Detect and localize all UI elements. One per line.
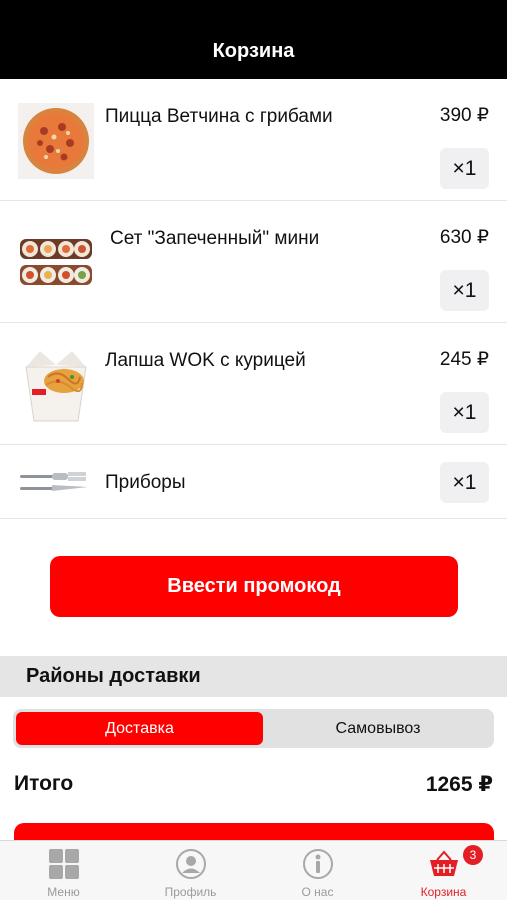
quantity-button[interactable]: ×1 — [440, 270, 489, 311]
tab-bar: Меню Профиль О нас 3 Корзина — [0, 840, 507, 900]
item-name: Приборы — [105, 472, 186, 493]
total-value: 1265 ₽ — [425, 773, 493, 796]
cart-item-pizza[interactable]: Пицца Ветчина с грибами 390 ₽ ×1 — [0, 79, 507, 201]
item-price: 245 ₽ — [439, 349, 489, 370]
item-name: Лапша WOK с курицей — [105, 350, 306, 371]
info-icon — [303, 849, 333, 879]
cutlery-image — [18, 463, 94, 503]
tab-label: Корзина — [420, 885, 467, 899]
quantity-button[interactable]: ×1 — [440, 148, 489, 189]
tab-label: Профиль — [164, 885, 217, 899]
cart-item-wok[interactable]: Лапша WOK с курицей 245 ₽ ×1 — [0, 323, 507, 445]
cart-count-badge: 3 — [463, 845, 483, 865]
quantity-button[interactable]: ×1 — [440, 462, 489, 503]
item-name: Сет "Запеченный" мини — [110, 228, 320, 249]
delivery-mode-toggle[interactable]: Доставка Самовывоз — [13, 709, 494, 748]
page-title: Корзина — [212, 40, 295, 62]
tab-cart[interactable]: 3 Корзина — [380, 841, 507, 900]
quantity-button[interactable]: ×1 — [440, 392, 489, 433]
grid-icon — [49, 849, 79, 879]
delivery-option[interactable]: Доставка — [16, 712, 263, 745]
tab-profile[interactable]: Профиль — [127, 841, 254, 900]
top-bar: Корзина — [0, 0, 507, 79]
pizza-image — [18, 103, 94, 179]
cart-item-sushi-set[interactable]: Сет "Запеченный" мини 630 ₽ ×1 — [0, 201, 507, 323]
cart-item-cutlery[interactable]: Приборы ×1 — [0, 445, 507, 519]
delivery-areas-header[interactable]: Районы доставки — [0, 656, 507, 697]
tab-label: Меню — [47, 885, 80, 899]
item-price: 630 ₽ — [439, 227, 489, 248]
total-label: Итого — [14, 772, 74, 795]
tab-label: О нас — [301, 885, 334, 899]
tab-about[interactable]: О нас — [254, 841, 381, 900]
item-name: Пицца Ветчина с грибами — [105, 106, 333, 127]
tab-menu[interactable]: Меню — [0, 841, 127, 900]
profile-icon — [176, 849, 206, 879]
promo-code-button[interactable]: Ввести промокод — [50, 556, 458, 617]
basket-icon — [430, 850, 458, 876]
item-price: 390 ₽ — [439, 105, 489, 126]
sushi-set-image — [18, 225, 94, 301]
wok-box-image — [18, 347, 94, 423]
section-title: Районы доставки — [26, 665, 201, 687]
pickup-option[interactable]: Самовывоз — [265, 712, 491, 745]
